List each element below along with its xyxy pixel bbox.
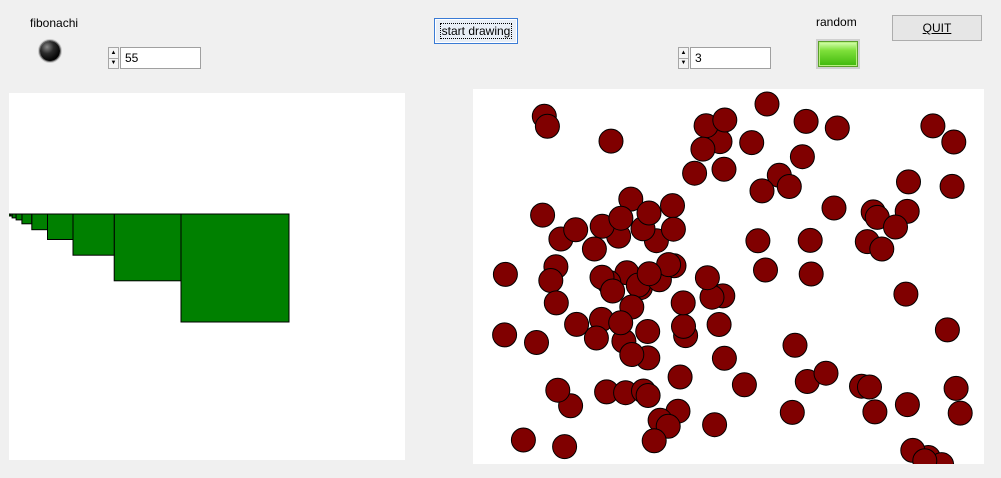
random-circle	[711, 156, 737, 182]
random-circle	[636, 200, 662, 226]
random-circle	[492, 322, 518, 348]
random-circle	[893, 281, 919, 307]
random-circle	[939, 173, 965, 199]
random-circle	[712, 107, 738, 133]
random-circle	[510, 427, 536, 453]
start-drawing-label: start drawing	[439, 23, 513, 39]
random-indicator-led	[818, 41, 858, 67]
fibonacci-squares-graphic	[9, 213, 290, 323]
random-circle	[563, 217, 589, 243]
random-circle	[552, 434, 578, 460]
random-circle	[608, 310, 634, 336]
random-circle	[545, 377, 571, 403]
fibonacci-square	[47, 213, 74, 240]
random-label: random	[816, 15, 857, 29]
random-circle	[492, 261, 518, 287]
start-drawing-button[interactable]: start drawing	[434, 18, 518, 44]
fibonacci-indicator-led	[40, 41, 60, 61]
random-circle	[660, 193, 685, 219]
random-circle	[600, 278, 626, 304]
spin-down-icon[interactable]: ▼	[109, 57, 118, 69]
random-circle	[776, 174, 802, 199]
spin-down-icon[interactable]: ▼	[679, 57, 688, 69]
fibonacci-stepper[interactable]: ▲ ▼ 55	[108, 47, 201, 69]
fibonacci-square	[31, 213, 48, 231]
random-circle	[619, 342, 645, 367]
fibonacci-square	[180, 213, 290, 323]
fibonacci-label: fibonachi	[30, 16, 79, 30]
random-circle	[883, 214, 908, 240]
random-circle	[813, 360, 839, 386]
random-circle	[667, 364, 693, 390]
random-value-input[interactable]: 3	[690, 47, 771, 69]
random-circle	[524, 330, 549, 355]
random-circle	[797, 227, 823, 253]
random-circle	[753, 257, 778, 283]
spin-up-icon[interactable]: ▲	[679, 48, 688, 58]
random-circles-graphic	[492, 91, 973, 464]
random-circle	[920, 113, 946, 139]
quit-button[interactable]: QUIT	[892, 15, 982, 41]
random-circle	[702, 412, 728, 438]
random-circle	[824, 115, 850, 141]
random-canvas[interactable]	[473, 89, 984, 464]
random-circle	[862, 399, 888, 425]
random-circle	[749, 178, 775, 204]
random-circle	[635, 383, 661, 408]
fibonacci-square	[9, 213, 11, 217]
random-circle	[896, 169, 921, 195]
random-circle	[636, 261, 662, 287]
fibonacci-value-input[interactable]: 55	[120, 47, 201, 69]
random-circle	[739, 130, 765, 156]
random-circle	[598, 128, 624, 154]
random-circle	[706, 312, 732, 337]
quit-label: QUIT	[922, 21, 952, 35]
random-circle	[682, 160, 708, 186]
random-circle	[934, 317, 960, 343]
fibonacci-square	[113, 213, 182, 282]
random-circle	[821, 195, 847, 221]
random-circle	[538, 268, 564, 293]
random-spin-buttons[interactable]: ▲ ▼	[678, 47, 689, 69]
fibonacci-square	[21, 213, 33, 225]
random-circle	[583, 325, 609, 351]
random-circle	[543, 290, 569, 316]
spin-up-icon[interactable]: ▲	[109, 48, 118, 58]
random-circle	[798, 261, 824, 287]
random-circle	[635, 319, 661, 344]
random-circle	[779, 399, 805, 425]
random-circle	[534, 113, 560, 139]
random-circle	[793, 108, 819, 134]
random-circle	[941, 129, 967, 155]
random-circle	[894, 392, 920, 418]
random-circle	[754, 91, 780, 117]
random-stepper[interactable]: ▲ ▼ 3	[678, 47, 771, 69]
random-circle	[641, 428, 667, 454]
random-circle	[670, 290, 696, 316]
random-circle	[943, 375, 969, 401]
random-circle	[869, 236, 895, 262]
random-circle	[530, 202, 556, 228]
fibonacci-square	[72, 213, 115, 256]
fibonacci-spin-buttons[interactable]: ▲ ▼	[108, 47, 119, 69]
random-circle	[694, 265, 720, 291]
random-circle	[671, 313, 696, 339]
random-circle	[947, 400, 973, 426]
random-circle	[789, 144, 815, 170]
random-circle	[711, 345, 737, 371]
random-circle	[608, 205, 634, 231]
random-circle	[731, 372, 757, 398]
random-circle	[581, 236, 607, 262]
random-circle	[745, 228, 771, 254]
random-circle	[564, 311, 590, 337]
random-circle	[690, 136, 716, 162]
fibonacci-canvas[interactable]	[9, 93, 405, 460]
random-circle	[857, 374, 882, 400]
random-circle	[660, 216, 686, 242]
fibonacci-square	[15, 213, 23, 221]
random-circle	[782, 332, 808, 358]
